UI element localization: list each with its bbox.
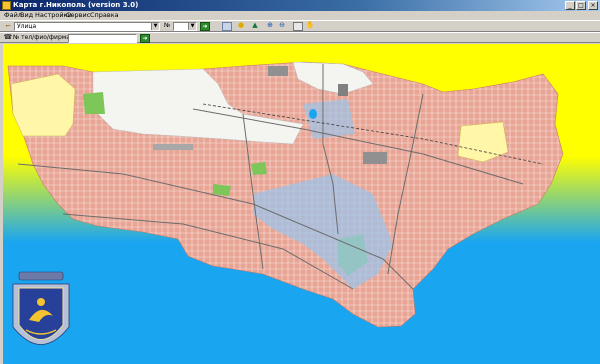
hand-icon[interactable]: ✋ (305, 21, 315, 30)
print-icon[interactable] (293, 22, 303, 31)
menu-bar: Файл Вид Настройки Сервис Справка (0, 11, 600, 20)
building (153, 144, 193, 150)
app-icon (2, 1, 11, 10)
title-bar: Карта г.Никополь (version 3.0) _ □ × (0, 0, 600, 11)
building (268, 66, 288, 76)
street-combo-value: Улица (17, 23, 37, 30)
zoom-in-icon[interactable]: ⊕ (265, 21, 275, 30)
search-input[interactable] (68, 34, 137, 43)
number-combo[interactable]: ▼ (173, 22, 197, 31)
building (338, 84, 348, 96)
street-combo[interactable]: Улица ▼ (14, 22, 160, 31)
bus-icon[interactable]: ▲ (250, 21, 260, 30)
west-district (10, 73, 76, 137)
park (213, 184, 231, 196)
map-view[interactable] (3, 44, 600, 364)
street-toolbar: ⌐ Улица ▼ № ▼ ➜ ● ▲ ⊕ ⊖ ✋ (0, 20, 600, 32)
chevron-down-icon[interactable]: ▼ (151, 23, 159, 30)
menu-help[interactable]: Справка (90, 11, 119, 20)
menu-view[interactable]: Вид (20, 11, 33, 20)
maximize-button[interactable]: □ (576, 1, 586, 10)
go-arrow-icon[interactable]: ➜ (140, 34, 150, 43)
pond (300, 310, 306, 314)
main-window: Карта г.Никополь (version 3.0) _ □ × Фай… (0, 0, 600, 364)
search-label: № тел/фио/фирма: (13, 34, 72, 41)
menu-service[interactable]: Сервис (66, 11, 90, 20)
chevron-down-icon[interactable]: ▼ (188, 23, 196, 30)
park (251, 162, 267, 175)
layers-icon[interactable] (222, 22, 232, 31)
close-button[interactable]: × (588, 1, 598, 10)
search-toolbar: ☎ № тел/фио/фирма: ➜ (0, 32, 600, 43)
window-title: Карта г.Никополь (version 3.0) (13, 1, 139, 9)
park (83, 92, 105, 114)
zoom-out-icon[interactable]: ⊖ (277, 21, 287, 30)
number-label: № (164, 22, 171, 29)
bulb-icon[interactable]: ● (236, 21, 246, 30)
minimize-button[interactable]: _ (565, 1, 575, 10)
go-arrow-icon[interactable]: ➜ (200, 22, 210, 31)
street-icon: ⌐ (5, 22, 11, 30)
phone-icon: ☎ (3, 33, 13, 41)
building (363, 152, 387, 164)
pond (309, 109, 317, 119)
